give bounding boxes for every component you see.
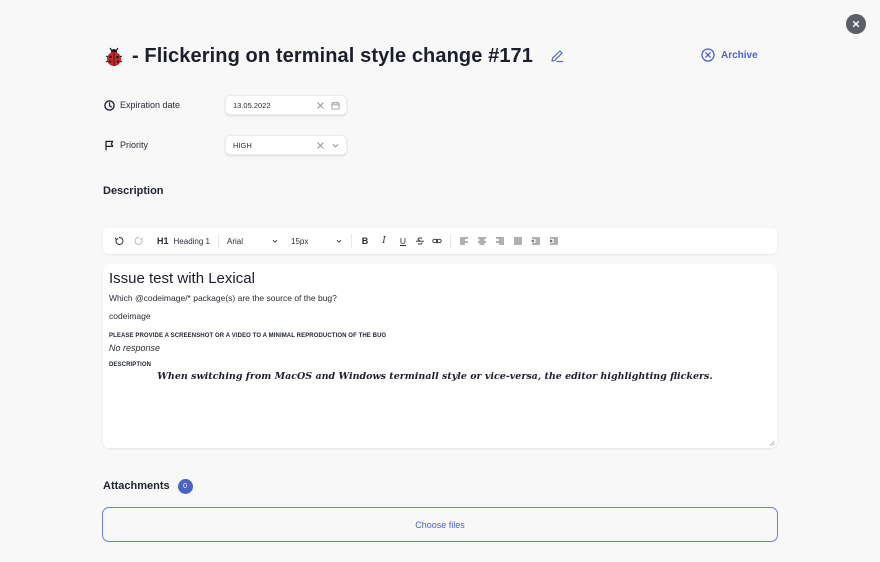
editor-label: PLEASE PROVIDE A SCREENSHOT OR A VIDEO T… [109,333,387,339]
clear-icon[interactable] [316,141,325,150]
align-right-button[interactable] [493,232,507,250]
chevron-down-icon [336,239,342,243]
align-justify-icon [514,237,522,245]
align-left-button[interactable] [457,232,471,250]
issue-title-row: - Flickering on terminal style change #1… [104,42,565,70]
editor-paragraph: Which @codeimage/* package(s) are the so… [109,293,337,303]
outdent-icon [531,237,540,245]
strikethrough-button[interactable] [413,232,427,250]
pencil-icon[interactable] [549,48,565,64]
attachments-count-badge: 0 [177,478,193,494]
font-size-dropdown[interactable]: 15px [289,232,345,250]
outdent-button[interactable] [529,232,543,250]
archive-button[interactable]: Archive [701,45,758,65]
flag-icon [105,140,114,150]
description-heading: Description [103,185,164,197]
calendar-icon[interactable] [331,101,340,110]
underline-button[interactable]: U [396,232,410,250]
editor-italic-text: No response [109,343,161,353]
italic-button[interactable]: I [377,232,391,250]
font-family-dropdown[interactable]: Arial [225,232,281,250]
editor-description-text: When switching from MacOS and Windows te… [157,371,713,382]
undo-icon [114,236,124,245]
chevron-down-icon [272,239,278,243]
ladybug-icon [105,47,123,66]
resize-handle-icon[interactable] [769,440,775,446]
chevron-down-icon[interactable] [331,141,340,150]
block-type-dropdown[interactable]: H1 Heading 1 [157,232,210,250]
heading-label: Heading 1 [173,236,210,246]
archive-label: Archive [721,49,758,61]
indent-icon [549,237,558,245]
align-justify-button[interactable] [511,232,525,250]
heading-tag: H1 [157,236,169,246]
align-left-icon [460,237,468,245]
strikethrough-icon [416,237,424,245]
rich-text-editor[interactable]: Issue test with Lexical Which @codeimage… [103,264,777,448]
expiration-date-label: Expiration date [104,97,180,113]
choose-files-button[interactable]: Choose files [102,507,778,542]
editor-paragraph: codeimage [109,311,151,321]
expiration-date-value: 13.05.2022 [233,100,271,110]
editor-toolbar: H1 Heading 1 Arial 15px B I U [103,228,777,254]
priority-select[interactable]: HIGH [225,135,347,155]
link-button[interactable] [430,232,444,250]
close-button[interactable] [846,14,866,34]
bold-button[interactable]: B [358,232,372,250]
link-icon [432,238,442,244]
indent-button[interactable] [547,232,561,250]
priority-label: Priority [104,137,148,153]
clear-icon[interactable] [316,101,325,110]
editor-label: DESCRIPTION [109,362,152,368]
close-icon [852,20,860,28]
expiration-date-field[interactable]: 13.05.2022 [225,95,347,115]
align-right-icon [496,237,504,245]
redo-button[interactable] [131,232,147,250]
align-center-button[interactable] [475,232,489,250]
attachments-header: Attachments 0 [103,478,193,494]
undo-button[interactable] [111,232,127,250]
align-center-icon [478,237,486,245]
editor-heading: Issue test with Lexical [109,270,255,287]
circle-x-icon [701,48,715,62]
redo-icon [134,236,144,245]
attachments-title: Attachments [103,480,170,492]
priority-value: HIGH [233,140,252,150]
page-title: - Flickering on terminal style change #1… [132,44,534,67]
clock-icon [104,99,115,111]
